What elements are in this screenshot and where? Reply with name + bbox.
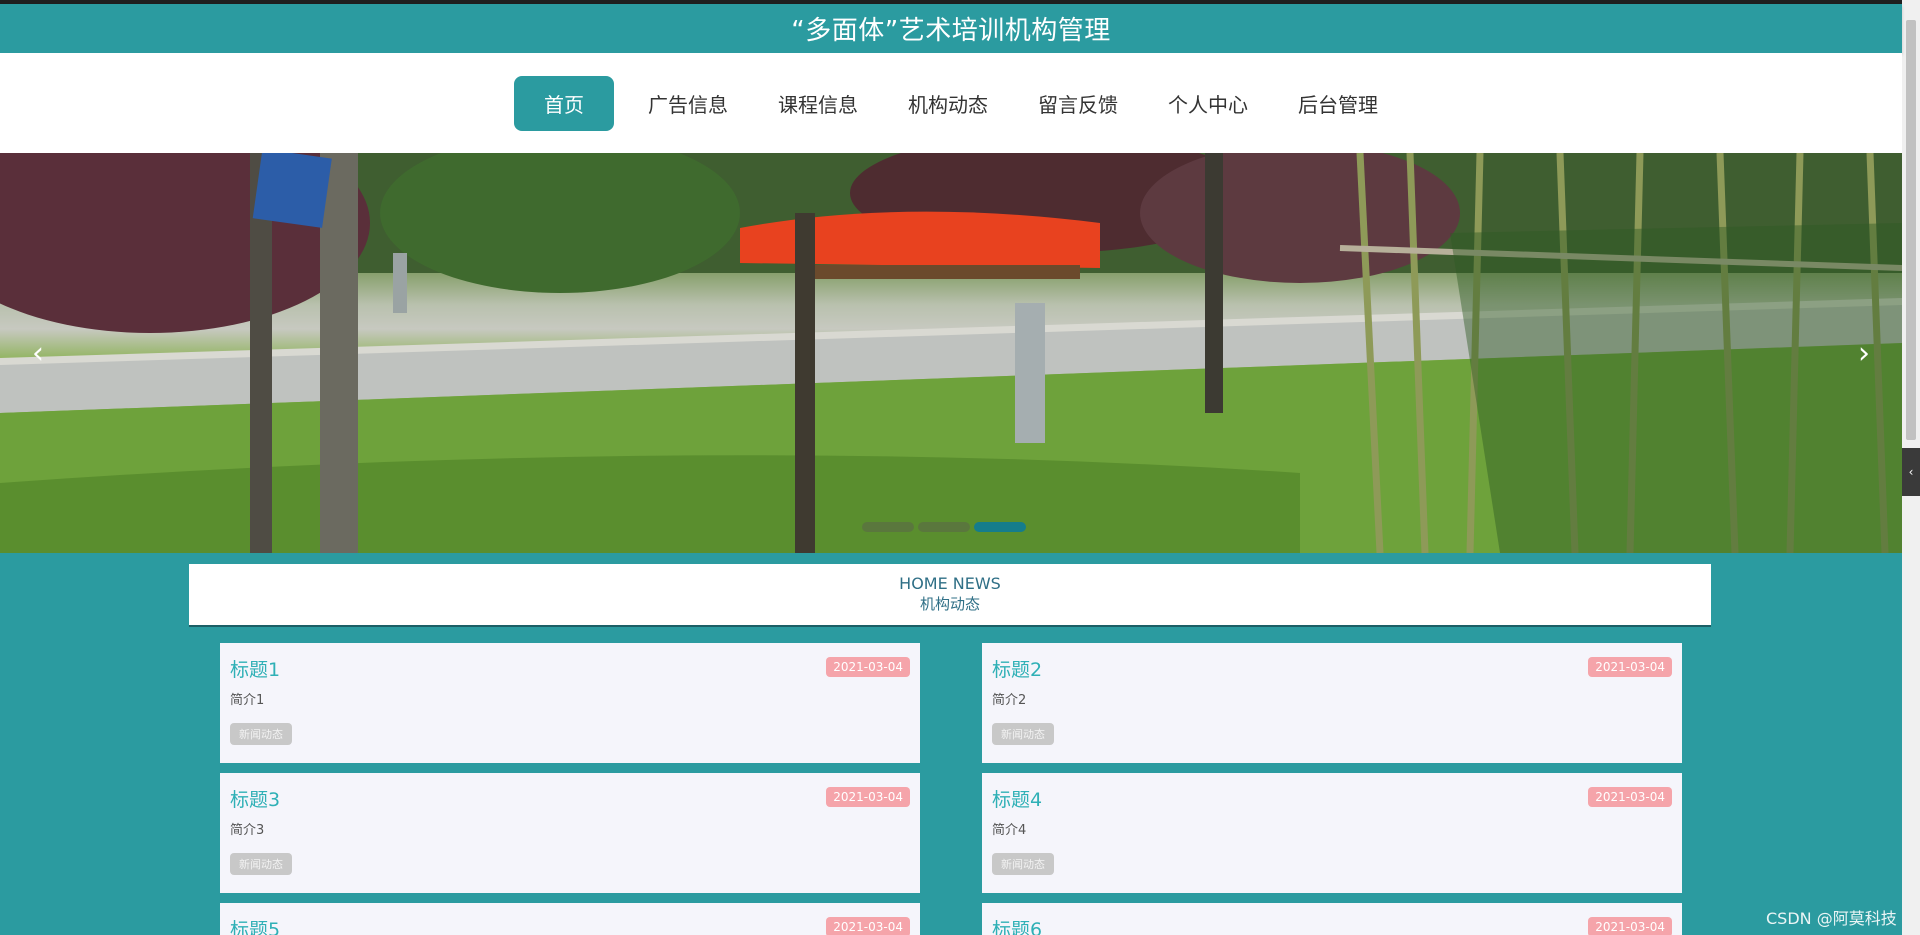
- scrollbar-thumb[interactable]: [1906, 20, 1916, 440]
- news-heading-en: HOME NEWS: [899, 574, 1001, 593]
- app-window: “多面体”艺术培训机构管理 首页 广告信息 课程信息 机构动态 留言反馈 个人中…: [0, 0, 1920, 935]
- side-panel-toggle-chevron-left-icon[interactable]: ‹: [1902, 448, 1920, 496]
- carousel-next-arrow-icon[interactable]: ›: [1844, 333, 1884, 373]
- nav-item-home[interactable]: 首页: [514, 75, 614, 131]
- news-section-header: HOME NEWS 机构动态: [189, 564, 1711, 627]
- nav-item-courses[interactable]: 课程信息: [753, 76, 883, 131]
- nav-item-feedback[interactable]: 留言反馈: [1013, 76, 1143, 131]
- carousel-dot[interactable]: [862, 522, 914, 532]
- news-card-desc: 简介4: [992, 823, 1027, 838]
- news-card-desc: 简介2: [992, 693, 1027, 708]
- news-card-date: 2021-03-04: [1588, 917, 1672, 935]
- main-nav: 首页 广告信息 课程信息 机构动态 留言反馈 个人中心 后台管理: [0, 53, 1902, 153]
- news-card-desc: 简介1: [230, 693, 265, 708]
- news-card[interactable]: 标题4 2021-03-04 简介4 新闻动态: [982, 773, 1682, 893]
- news-card-tag: 新闻动态: [230, 853, 292, 875]
- news-card[interactable]: 标题2 2021-03-04 简介2 新闻动态: [982, 643, 1682, 763]
- news-card-tag: 新闻动态: [992, 723, 1054, 745]
- news-card[interactable]: 标题5 2021-03-04: [220, 903, 920, 935]
- news-card-date: 2021-03-04: [1588, 657, 1672, 677]
- site-title: “多面体”艺术培训机构管理: [791, 16, 1111, 46]
- nav-item-admin[interactable]: 后台管理: [1273, 76, 1403, 131]
- banner-image: [0, 153, 1902, 553]
- carousel-prev-arrow-icon[interactable]: ‹: [18, 333, 58, 373]
- banner-carousel[interactable]: ‹ ›: [0, 153, 1902, 553]
- news-card-tag: 新闻动态: [992, 853, 1054, 875]
- news-card[interactable]: 标题3 2021-03-04 简介3 新闻动态: [220, 773, 920, 893]
- news-card-desc: 简介3: [230, 823, 265, 838]
- carousel-dot-active[interactable]: [974, 522, 1026, 532]
- news-card-title[interactable]: 标题3: [230, 785, 280, 812]
- nav-item-news[interactable]: 机构动态: [883, 76, 1013, 131]
- news-card[interactable]: 标题1 2021-03-04 简介1 新闻动态: [220, 643, 920, 763]
- news-card-title[interactable]: 标题6: [992, 915, 1042, 935]
- carousel-indicators: [862, 522, 1038, 534]
- news-card-title[interactable]: 标题2: [992, 655, 1042, 682]
- news-card-title[interactable]: 标题4: [992, 785, 1042, 812]
- news-section: HOME NEWS 机构动态 标题1 2021-03-04 简介1 新闻动态 标…: [0, 553, 1902, 935]
- news-card-title[interactable]: 标题5: [230, 915, 280, 935]
- title-bar: “多面体”艺术培训机构管理: [0, 4, 1902, 53]
- watermark-text: CSDN @阿莫科技: [1766, 909, 1897, 928]
- news-card-date: 2021-03-04: [826, 787, 910, 807]
- news-card-title[interactable]: 标题1: [230, 655, 280, 682]
- news-card-date: 2021-03-04: [826, 917, 910, 935]
- nav-item-ads[interactable]: 广告信息: [623, 76, 753, 131]
- news-heading-zh: 机构动态: [919, 595, 980, 613]
- news-card-date: 2021-03-04: [1588, 787, 1672, 807]
- nav-item-profile[interactable]: 个人中心: [1143, 76, 1273, 131]
- news-card-date: 2021-03-04: [826, 657, 910, 677]
- news-card-tag: 新闻动态: [230, 723, 292, 745]
- news-card[interactable]: 标题6 2021-03-04: [982, 903, 1682, 935]
- carousel-dot[interactable]: [918, 522, 970, 532]
